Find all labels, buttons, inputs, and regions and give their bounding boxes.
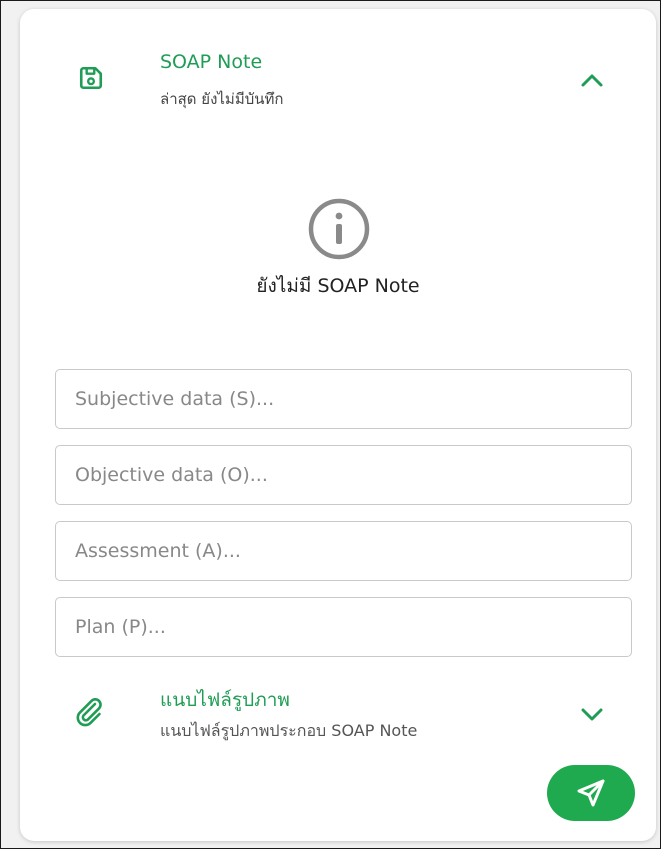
soap-note-header[interactable]: SOAP Note ล่าสุด ยังไม่มีบันทึก	[20, 9, 656, 119]
send-button[interactable]	[547, 765, 635, 821]
soap-note-subtitle: ล่าสุด ยังไม่มีบันทึก	[160, 90, 284, 108]
soap-note-card: SOAP Note ล่าสุด ยังไม่มีบันทึก ยังไม่มี…	[20, 9, 656, 841]
subjective-input[interactable]	[55, 369, 632, 429]
objective-input[interactable]	[55, 445, 632, 505]
plan-input[interactable]	[55, 597, 632, 657]
empty-state-message: ยังไม่มี SOAP Note	[256, 275, 420, 297]
info-circle-icon	[308, 198, 370, 260]
paperclip-icon	[76, 698, 102, 727]
attachment-subtitle: แนบไฟล์รูปภาพประกอบ SOAP Note	[160, 721, 418, 740]
assessment-input[interactable]	[55, 521, 632, 581]
attachment-title: แนบไฟล์รูปภาพ	[160, 689, 290, 711]
window-frame: SOAP Note ล่าสุด ยังไม่มีบันทึก ยังไม่มี…	[0, 0, 661, 849]
floppy-disk-icon	[79, 66, 103, 90]
send-icon	[577, 779, 605, 807]
chevron-down-icon[interactable]	[578, 703, 606, 725]
soap-note-title: SOAP Note	[160, 51, 263, 73]
chevron-up-icon[interactable]	[578, 69, 606, 91]
